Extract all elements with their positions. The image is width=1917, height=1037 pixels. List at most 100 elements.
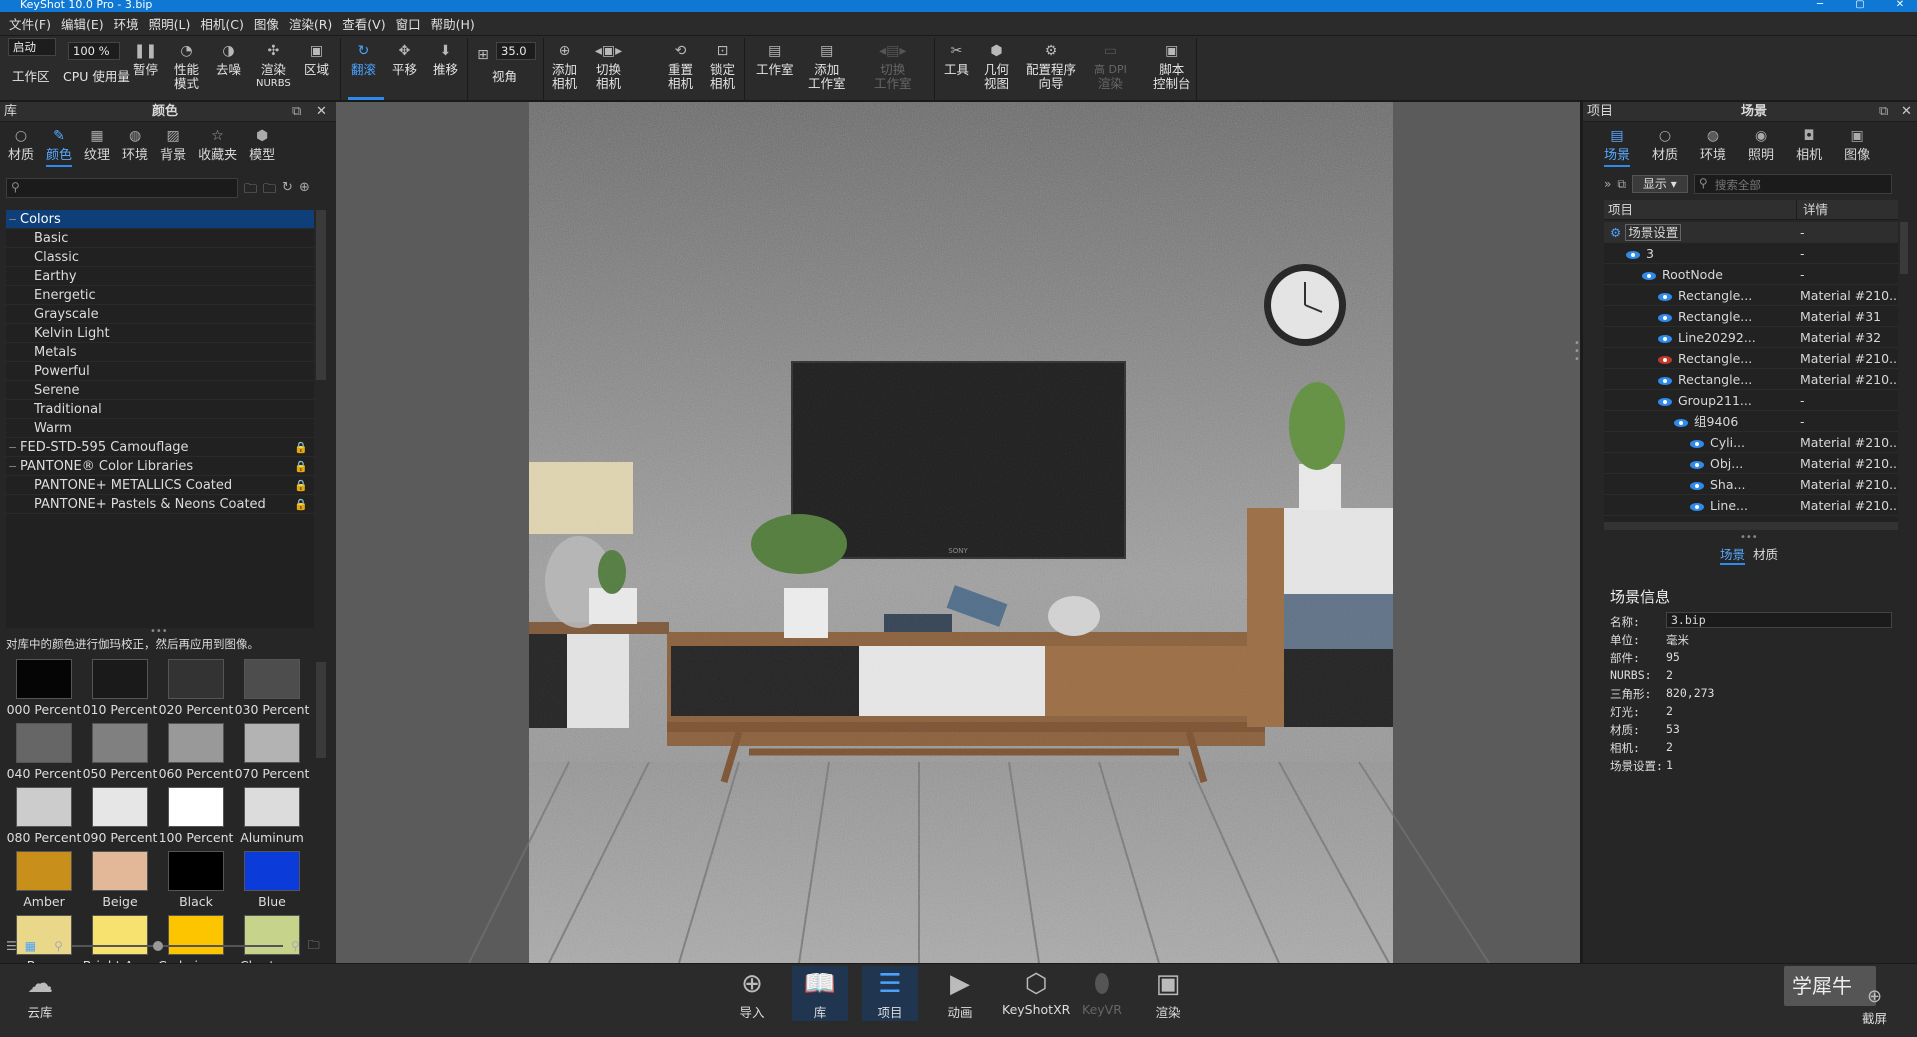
- render-viewport[interactable]: SONY: [336, 102, 1580, 963]
- library-tree-item[interactable]: Serene: [6, 381, 314, 400]
- col-detail-header[interactable]: 详情: [1796, 200, 1828, 220]
- folder-icon[interactable]: 🗀: [244, 180, 257, 202]
- geometry-view-button[interactable]: ⬢ 几何 视图: [984, 40, 1009, 91]
- script-console-button[interactable]: ▣ 脚本 控制台: [1153, 40, 1191, 91]
- refresh-icon[interactable]: ↻: [282, 180, 293, 202]
- tab-material[interactable]: ○ 材质: [1652, 126, 1678, 167]
- library-tree-item[interactable]: Basic: [6, 229, 314, 248]
- scene-name-input[interactable]: 3.bip: [1666, 612, 1892, 628]
- collapse-icon[interactable]: −: [8, 210, 17, 229]
- scene-tree-row[interactable]: Obj... Material #210...: [1604, 453, 1898, 474]
- tab-environment[interactable]: ◍ 环境: [1700, 126, 1726, 167]
- scene-tree-hscrollbar[interactable]: [1604, 522, 1898, 530]
- scene-tree-row[interactable]: Line... Material #210...: [1604, 495, 1898, 516]
- render-nurbs-button[interactable]: ✣ 渲染 NURBS: [256, 40, 291, 91]
- target-icon[interactable]: ⊕: [299, 180, 310, 202]
- splitter-handle[interactable]: •••: [1740, 532, 1758, 543]
- tab-scene[interactable]: ▤ 场景: [1604, 126, 1630, 167]
- workspace-button[interactable]: 工作区: [12, 70, 50, 84]
- scene-tree-row[interactable]: RootNode -: [1604, 264, 1898, 285]
- animation-button[interactable]: ▶ 动画: [942, 966, 978, 1021]
- library-tree-item[interactable]: Kelvin Light: [6, 324, 314, 343]
- scene-tree-row[interactable]: Group211... -: [1604, 390, 1898, 411]
- library-tree-item[interactable]: − PANTONE® Color Libraries 🔒: [6, 457, 314, 476]
- menu-item[interactable]: 编辑(E): [56, 14, 109, 33]
- library-tree-item[interactable]: Earthy: [6, 267, 314, 286]
- scene-tree-row[interactable]: Rectangle... Material #210...: [1604, 369, 1898, 390]
- color-swatch[interactable]: 100 Percent: [158, 787, 234, 845]
- menu-item[interactable]: 照明(L): [144, 14, 196, 33]
- color-swatch[interactable]: Amber: [6, 851, 82, 909]
- library-tree-item[interactable]: Classic: [6, 248, 314, 267]
- color-swatch[interactable]: Black: [158, 851, 234, 909]
- collapse-icon[interactable]: −: [8, 457, 17, 476]
- scene-search-input[interactable]: ⚲ 搜索全部: [1693, 174, 1892, 194]
- scene-tree-scrollbar[interactable]: [1900, 222, 1908, 274]
- keyshotxr-button[interactable]: ⬡ KeyShotXR: [1002, 966, 1070, 1017]
- tab-color[interactable]: ✎ 颜色: [46, 126, 72, 167]
- menu-item[interactable]: 文件(F): [4, 14, 56, 33]
- tab-material[interactable]: ○ 材质: [8, 126, 34, 167]
- slider-handle[interactable]: [152, 941, 163, 951]
- color-swatch[interactable]: 080 Percent: [6, 787, 82, 845]
- library-tree-item[interactable]: − FED-STD-595 Camouflage 🔒: [6, 438, 314, 457]
- zoom-in-icon[interactable]: ⚲: [291, 939, 300, 953]
- library-tree-item[interactable]: Powerful: [6, 362, 314, 381]
- scene-tree-row[interactable]: Sha... Material #210...: [1604, 474, 1898, 495]
- tab-background[interactable]: ▨ 背景: [160, 126, 186, 167]
- close-panel-icon[interactable]: ✕: [316, 102, 327, 122]
- performance-mode-button[interactable]: ◔ 性能 模式: [174, 40, 199, 91]
- cpu-usage-button[interactable]: CPU 使用量: [63, 70, 130, 84]
- screenshot-button[interactable]: ⊕ 截屏: [1862, 984, 1887, 1027]
- show-dropdown[interactable]: 显示 ▾: [1631, 175, 1688, 193]
- studio-button[interactable]: ▤ 工作室: [756, 40, 794, 77]
- color-swatch[interactable]: 040 Percent: [6, 723, 82, 781]
- add-camera-button[interactable]: ⊕ 添加 相机: [552, 40, 577, 91]
- scene-tree-row[interactable]: 3-: [1604, 243, 1898, 264]
- visibility-eye-icon[interactable]: [1658, 355, 1672, 364]
- folder-open-icon[interactable]: 🗀: [308, 936, 320, 957]
- region-button[interactable]: ▣ 区域: [304, 40, 329, 77]
- visibility-eye-icon[interactable]: [1658, 376, 1672, 385]
- close-window-button[interactable]: ✕: [1880, 0, 1917, 12]
- menu-item[interactable]: 图像: [249, 14, 284, 33]
- keyvr-button[interactable]: ⬮ KeyVR: [1082, 966, 1122, 1018]
- visibility-eye-icon[interactable]: [1642, 271, 1656, 280]
- tab-lighting[interactable]: ◉ 照明: [1748, 126, 1774, 167]
- switch-camera-button[interactable]: ◂▣▸ 切换 相机: [595, 40, 622, 91]
- configurator-wizard-button[interactable]: ⚙ 配置程序 向导: [1026, 40, 1076, 91]
- library-tree-item[interactable]: PANTONE+ Pastels & Neons Coated 🔒: [6, 495, 314, 514]
- visibility-eye-icon[interactable]: [1690, 460, 1704, 469]
- visibility-eye-icon[interactable]: [1658, 313, 1672, 322]
- add-folder-icon[interactable]: 🗀: [263, 180, 276, 202]
- render-button[interactable]: ▣ 渲染: [1150, 966, 1186, 1021]
- menu-item[interactable]: 相机(C): [195, 14, 248, 33]
- menu-item[interactable]: 环境: [109, 14, 144, 33]
- visibility-eye-icon[interactable]: [1690, 439, 1704, 448]
- grid-view-icon[interactable]: ▦: [25, 939, 36, 953]
- tab-texture[interactable]: ▦ 纹理: [84, 126, 110, 167]
- tools-button[interactable]: ✂ 工具: [944, 40, 969, 77]
- tree-scrollbar[interactable]: [316, 210, 326, 380]
- collapse-icon[interactable]: −: [8, 438, 17, 457]
- undock-icon[interactable]: ⧉: [292, 102, 301, 122]
- menu-item[interactable]: 查看(V): [337, 14, 390, 33]
- menu-item[interactable]: 帮助(H): [426, 14, 480, 33]
- tab-environment[interactable]: ◍ 环境: [122, 126, 148, 167]
- scene-tree-row[interactable]: Rectangle... Material #210...: [1604, 285, 1898, 306]
- undock-icon[interactable]: ⧉: [1879, 102, 1888, 122]
- col-item-header[interactable]: 项目: [1608, 200, 1633, 220]
- cpu-usage-input[interactable]: 100 %: [68, 42, 120, 60]
- visibility-eye-icon[interactable]: [1674, 418, 1688, 427]
- library-tree-item[interactable]: Traditional: [6, 400, 314, 419]
- fov-input[interactable]: 35.0: [496, 42, 536, 60]
- visibility-eye-icon[interactable]: [1658, 292, 1672, 301]
- scene-tree-row[interactable]: Rectangle... Material #210...: [1604, 348, 1898, 369]
- visibility-eye-icon[interactable]: [1658, 397, 1672, 406]
- library-tree-item[interactable]: Energetic: [6, 286, 314, 305]
- add-studio-button[interactable]: ▤ 添加 工作室: [808, 40, 846, 91]
- color-swatch[interactable]: 070 Percent: [234, 723, 310, 781]
- color-swatch[interactable]: 020 Percent: [158, 659, 234, 717]
- subtab-material[interactable]: 材质: [1753, 544, 1778, 565]
- pan-button[interactable]: ✥ 平移: [392, 40, 417, 77]
